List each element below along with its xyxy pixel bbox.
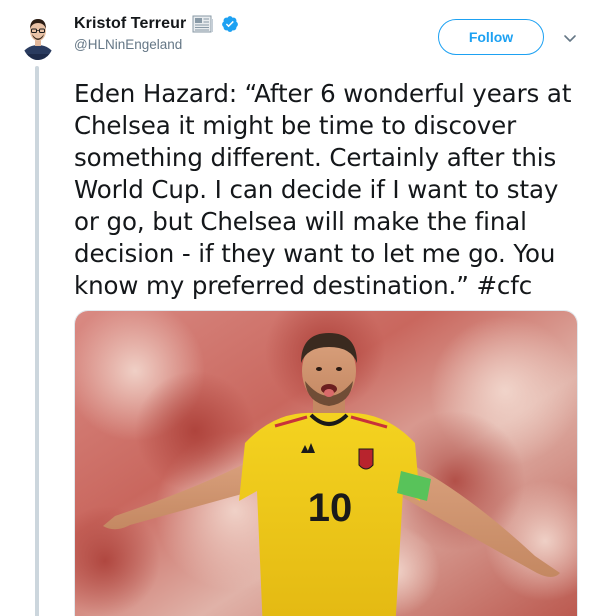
tweet-body-text: Eden Hazard: “After 6 wonderful years at… — [74, 79, 580, 300]
hashtag-link[interactable]: #cfc — [476, 271, 532, 300]
verified-badge-icon — [221, 15, 239, 33]
avatar[interactable] — [21, 14, 55, 60]
chevron-down-icon[interactable] — [563, 31, 577, 42]
tweet-text: Eden Hazard: “After 6 wonderful years at… — [74, 78, 589, 302]
newspaper-icon — [192, 14, 214, 34]
follow-button[interactable]: Follow — [438, 19, 544, 55]
tweet-card: Kristof Terreur @HLNinEngeland Follow Ed… — [0, 0, 605, 616]
jersey-number: 10 — [308, 486, 353, 530]
avatar-image — [21, 14, 55, 60]
thread-connector-line — [35, 66, 39, 616]
tweet-media-photo[interactable]: 10 — [74, 310, 578, 616]
player-celebrating-photo: 10 — [75, 311, 577, 616]
author-display-name[interactable]: Kristof Terreur — [74, 15, 186, 33]
